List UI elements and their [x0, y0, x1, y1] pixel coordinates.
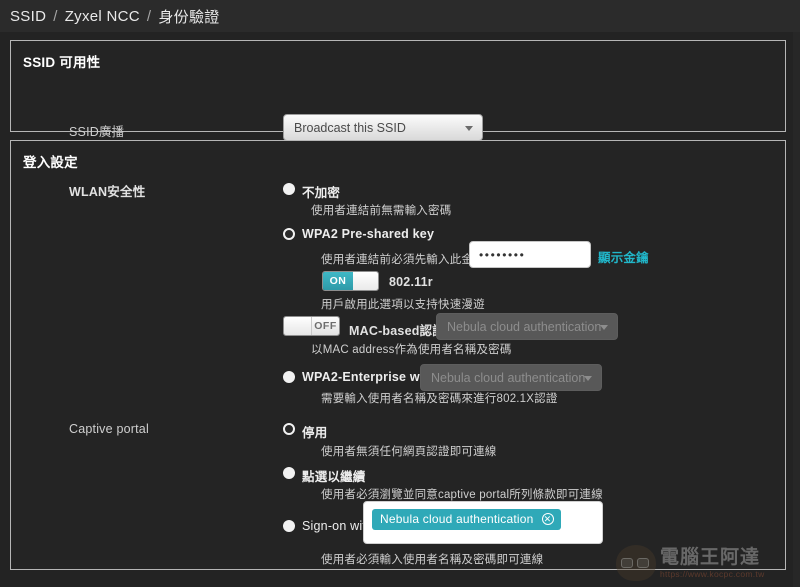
toggle-knob: [284, 317, 312, 335]
fast-roaming-label: 802.11r: [389, 275, 433, 289]
radio-indicator[interactable]: [283, 467, 295, 479]
hint-sign-on-with: 使用者必須輸入使用者名稱及密碼即可連線: [321, 554, 544, 566]
hint-click-to-continue: 使用者必須瀏覽並同意captive portal所列條款即可連線: [321, 489, 603, 501]
ssid-availability-panel: SSID 可用性 SSID廣播 Broadcast this SSID 排程 總…: [10, 40, 786, 169]
breadcrumb-item-zyxel-ncc[interactable]: Zyxel NCC: [65, 8, 140, 25]
sign-on-method-box[interactable]: Nebula cloud authentication ✕: [363, 501, 603, 544]
hint-mac-auth: 以MAC address作為使用者名稱及密碼: [311, 344, 512, 356]
ssid-broadcast-value: Broadcast this SSID: [294, 120, 406, 135]
radio-label: WPA2-Enterprise with: [302, 370, 436, 384]
ssid-broadcast-select[interactable]: Broadcast this SSID: [283, 114, 483, 141]
hint-open: 使用者連結前無需輸入密碼: [311, 205, 452, 217]
fast-roaming-toggle[interactable]: ON: [322, 271, 379, 291]
chevron-down-icon: [584, 375, 592, 381]
mac-auth-method-select[interactable]: Nebula cloud authentication: [436, 313, 618, 340]
breadcrumb-separator: /: [146, 7, 152, 25]
hint-wpa2-psk: 使用者連結前必須先輸入此金鑰: [321, 254, 485, 266]
wlan-security-label: WLAN安全性: [69, 185, 146, 199]
radio-label: 點選以繼續: [302, 470, 366, 484]
pre-shared-key-input[interactable]: ••••••••: [469, 241, 591, 268]
captive-portal-label: Captive portal: [69, 422, 149, 436]
chevron-down-icon: [465, 125, 473, 131]
login-settings-title: 登入設定: [23, 155, 78, 170]
mac-auth-toggle[interactable]: OFF: [283, 316, 340, 336]
hint-wpa2-enterprise: 需要輸入使用者名稱及密碼來進行802.1X認證: [321, 393, 558, 405]
radio-label: WPA2 Pre-shared key: [302, 227, 435, 241]
radio-indicator[interactable]: [283, 423, 295, 435]
chevron-down-icon: [600, 324, 608, 330]
scrollbar-strip[interactable]: [793, 32, 800, 587]
close-circle-icon[interactable]: ✕: [541, 513, 554, 525]
breadcrumb-item-authentication[interactable]: 身份驗證: [158, 6, 219, 27]
radio-label: 停用: [302, 426, 328, 440]
wpa2-enterprise-method-select[interactable]: Nebula cloud authentication: [420, 364, 602, 391]
radio-indicator[interactable]: [283, 520, 295, 532]
mac-auth-method-value: Nebula cloud authentication: [447, 319, 602, 334]
ssid-broadcast-label: SSID廣播: [69, 125, 125, 139]
hint-fast-roaming: 用戶啟用此選項以支持快速漫遊: [321, 299, 485, 311]
breadcrumb-separator: /: [53, 7, 58, 25]
breadcrumb: SSID / Zyxel NCC / 身份驗證: [0, 0, 800, 32]
wpa2-enterprise-method-value: Nebula cloud authentication: [431, 370, 586, 385]
toggle-knob: [353, 272, 378, 290]
login-settings-panel: 登入設定 WLAN安全性 不加密 使用者連結前無需輸入密碼 WPA2 Pre-s…: [10, 140, 786, 570]
radio-indicator[interactable]: [283, 371, 295, 383]
radio-indicator[interactable]: [283, 183, 295, 195]
sign-on-method-chip[interactable]: Nebula cloud authentication ✕: [372, 509, 561, 530]
breadcrumb-item-ssid[interactable]: SSID: [10, 8, 46, 25]
watermark-url: https://www.kocpc.com.tw: [660, 568, 765, 579]
toggle-on-label: ON: [323, 272, 353, 290]
app-window: SSID / Zyxel NCC / 身份驗證 SSID 可用性 SSID廣播 …: [0, 0, 800, 587]
show-key-link[interactable]: 顯示金鑰: [598, 247, 649, 266]
hint-captive-disabled: 使用者無須任何網頁認證即可連線: [321, 446, 497, 458]
mac-auth-label: MAC-based認證: [349, 324, 445, 338]
radio-indicator[interactable]: [283, 228, 295, 240]
radio-label: 不加密: [302, 186, 341, 200]
sign-on-method-chip-label: Nebula cloud authentication: [380, 512, 534, 526]
toggle-off-label: OFF: [312, 317, 339, 335]
ssid-availability-title: SSID 可用性: [23, 55, 101, 70]
